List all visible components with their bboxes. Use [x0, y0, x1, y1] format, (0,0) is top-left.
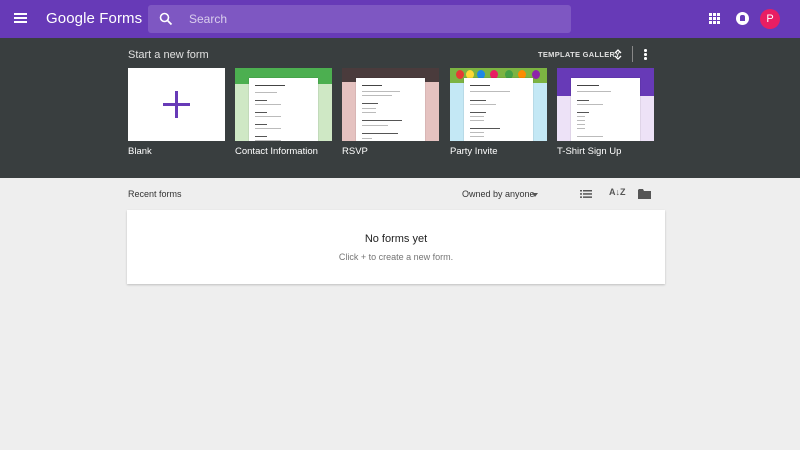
- folder-icon[interactable]: [638, 189, 651, 199]
- template-card-contact-information[interactable]: [235, 68, 332, 141]
- divider: [632, 46, 633, 62]
- more-vert-icon[interactable]: [644, 49, 648, 61]
- start-new-form-heading: Start a new form: [128, 49, 209, 61]
- avatar[interactable]: P: [760, 9, 780, 29]
- unfold-icon[interactable]: [614, 48, 622, 61]
- empty-state-card: No forms yet Click + to create a new for…: [127, 210, 665, 284]
- search-icon: [159, 12, 173, 26]
- template-card-blank[interactable]: [128, 68, 225, 141]
- app-bar: Google Forms P: [0, 0, 800, 38]
- template-label-tshirt-sign-up[interactable]: T-Shirt Sign Up: [557, 146, 621, 157]
- search-box[interactable]: [148, 5, 571, 33]
- chevron-down-icon[interactable]: [532, 193, 538, 197]
- template-label-blank[interactable]: Blank: [128, 146, 152, 157]
- list-view-icon[interactable]: [580, 189, 592, 199]
- empty-state-title: No forms yet: [364, 233, 428, 245]
- template-section: Start a new form TEMPLATE GALLERY Blank …: [0, 38, 800, 178]
- notifications-icon[interactable]: [736, 12, 749, 25]
- apps-grid-icon[interactable]: [709, 13, 720, 24]
- sort-az-icon[interactable]: A↓Z: [609, 187, 626, 197]
- search-input[interactable]: [189, 9, 559, 29]
- template-gallery-button[interactable]: TEMPLATE GALLERY: [538, 50, 620, 59]
- template-card-party-invite[interactable]: [450, 68, 547, 141]
- owner-filter-dropdown[interactable]: Owned by anyone: [462, 189, 535, 199]
- app-title[interactable]: Google Forms: [46, 10, 142, 27]
- template-label-rsvp[interactable]: RSVP: [342, 146, 368, 157]
- recent-forms-title: Recent forms: [128, 189, 182, 199]
- empty-state-hint: Click + to create a new form.: [338, 252, 454, 262]
- hamburger-menu-icon[interactable]: [13, 11, 29, 27]
- template-label-party-invite[interactable]: Party Invite: [450, 146, 498, 157]
- template-card-tshirt-sign-up[interactable]: [557, 68, 654, 141]
- template-label-contact-information[interactable]: Contact Information: [235, 146, 318, 157]
- template-card-rsvp[interactable]: [342, 68, 439, 141]
